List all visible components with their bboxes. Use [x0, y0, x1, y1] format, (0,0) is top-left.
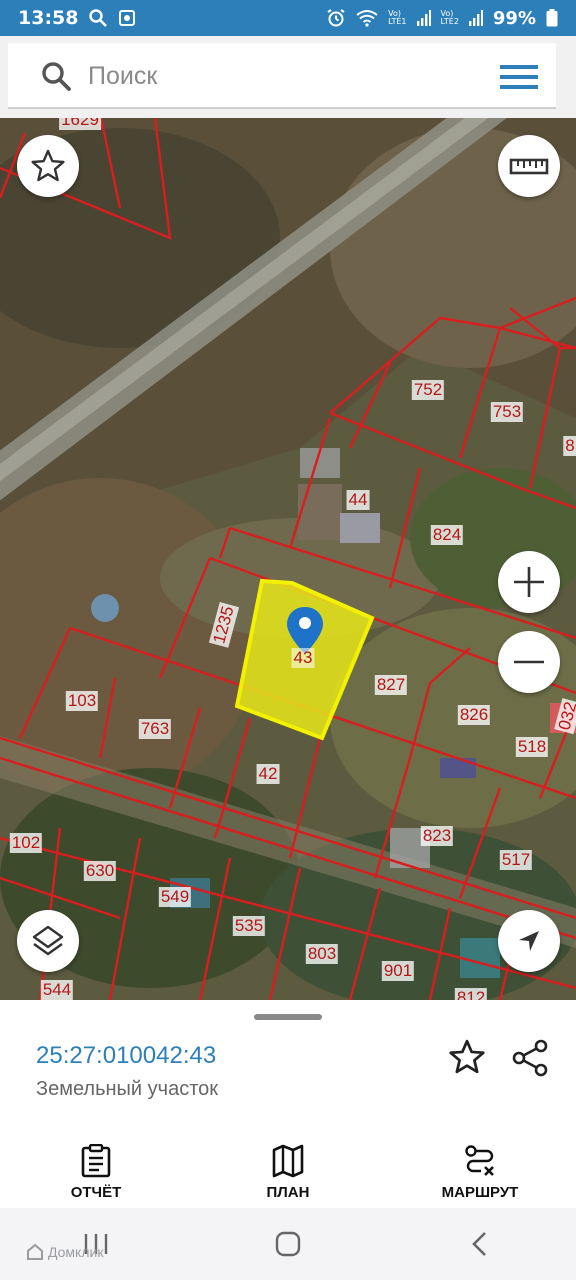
zoom-in-button[interactable] [498, 551, 560, 613]
object-type: Земельный участок [36, 1078, 219, 1100]
nav-route-label: МАРШРУТ [441, 1184, 519, 1201]
parcel-label: 824 [430, 525, 464, 545]
clipboard-icon [81, 1144, 111, 1178]
nav-plan-label: ПЛАН [266, 1184, 310, 1201]
parcel-label: 827 [374, 675, 408, 695]
wifi-icon [356, 10, 378, 27]
layers-icon [32, 925, 64, 956]
layers-button[interactable] [17, 910, 79, 972]
alarm-icon [327, 9, 345, 27]
status-time: 13:58 [18, 7, 79, 29]
network-label-2: Vo) LTE2 [440, 9, 459, 26]
screenshot-status-icon [119, 10, 136, 26]
back-button[interactable] [450, 1224, 510, 1264]
parcel-label: 549 [158, 887, 192, 907]
selected-parcel-label: 43 [291, 648, 315, 668]
parcel-label: 102 [9, 833, 43, 853]
search-icon[interactable] [40, 60, 72, 92]
bottom-navigation: ОТЧЁТ ПЛАН МАРШРУТ [0, 1134, 576, 1208]
parcel-label: 823 [420, 826, 454, 846]
navigation-arrow-icon [519, 931, 539, 951]
parcel-info-sheet: 25:27:010042:43 Земельный участок [0, 1000, 576, 1135]
ruler-icon [509, 158, 549, 175]
domclick-logo-icon [27, 1243, 43, 1260]
watermark-text: Домклик [48, 1244, 104, 1260]
status-bar: 13:58 Vo) LTE1 Vo) LTE2 99% [0, 0, 576, 36]
share-icon[interactable] [510, 1038, 550, 1078]
search-bar[interactable] [8, 43, 556, 109]
parcel-label: 44 [346, 490, 370, 510]
signal-icon-2 [468, 10, 483, 26]
watermark: Домклик [26, 1243, 103, 1261]
parcel-label: 517 [499, 850, 533, 870]
parcel-label: 901 [381, 961, 415, 981]
parcel-label: 544 [40, 980, 74, 1000]
star-icon [31, 149, 65, 182]
parcel-label: 826 [457, 705, 491, 725]
parcel-label: 1629 [59, 118, 101, 130]
drag-handle[interactable] [254, 1014, 322, 1020]
menu-icon[interactable] [500, 63, 538, 91]
network-label-1: Vo) LTE1 [388, 9, 407, 26]
battery-icon [546, 9, 558, 27]
parcel-label: 518 [515, 737, 549, 757]
zoom-out-button[interactable] [498, 631, 560, 693]
nav-route[interactable]: МАРШРУТ [384, 1134, 576, 1208]
parcel-label: 535 [232, 916, 266, 936]
battery-percent: 99% [492, 7, 536, 29]
parcel-label: 103 [65, 691, 99, 711]
cadastral-map[interactable]: 1629 752 753 8 44 824 1235 43 827 103 76… [0, 118, 576, 1000]
parcel-label: 42 [256, 764, 280, 784]
ruler-button[interactable] [498, 135, 560, 197]
nav-report[interactable]: ОТЧЁТ [0, 1134, 192, 1208]
route-icon [465, 1145, 494, 1176]
cadastral-number: 25:27:010042:43 [36, 1042, 217, 1069]
my-location-button[interactable] [498, 910, 560, 972]
nav-report-label: ОТЧЁТ [70, 1184, 122, 1201]
back-icon [472, 1232, 486, 1256]
home-button[interactable] [258, 1224, 318, 1264]
parcel-label: 812 [454, 988, 488, 1000]
search-input[interactable] [86, 56, 470, 96]
parcel-label: 763 [138, 719, 172, 739]
parcel-label: 753 [490, 402, 524, 422]
signal-icon-1 [416, 10, 431, 26]
parcel-label: 630 [83, 861, 117, 881]
home-icon [275, 1231, 301, 1257]
search-header [0, 36, 576, 118]
parcel-label: 752 [411, 380, 445, 400]
nav-plan[interactable]: ПЛАН [192, 1134, 384, 1208]
search-status-icon [89, 9, 108, 27]
minus-icon [514, 660, 544, 664]
favorite-map-button[interactable] [17, 135, 79, 197]
plus-icon [514, 567, 544, 597]
parcel-label: 803 [305, 944, 339, 964]
map-icon [272, 1144, 304, 1178]
favorite-star-icon[interactable] [448, 1038, 486, 1076]
parcel-label: 8 [563, 436, 576, 456]
